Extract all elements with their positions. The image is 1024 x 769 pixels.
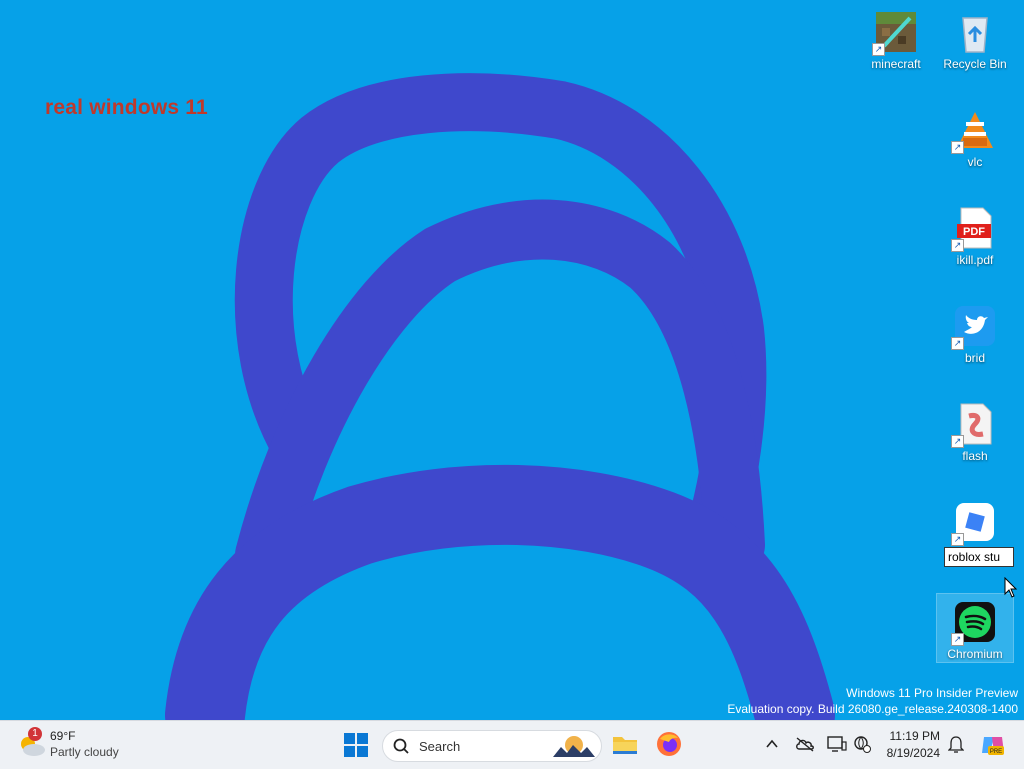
start-button[interactable]: [344, 733, 368, 762]
icon-label: vlc: [967, 155, 983, 169]
desktop-icon-chromium[interactable]: ↗ Chromium: [936, 593, 1014, 663]
search-placeholder: Search: [419, 739, 461, 754]
shortcut-arrow-icon: ↗: [951, 239, 964, 252]
weather-badge: 1: [28, 727, 42, 741]
show-hidden-icons-button[interactable]: [765, 737, 779, 756]
icon-label: brid: [964, 351, 985, 365]
display-button[interactable]: [827, 735, 847, 758]
search-icon: [393, 738, 409, 754]
bell-icon: [947, 736, 965, 753]
notifications-button[interactable]: [947, 735, 965, 758]
network-button[interactable]: [853, 735, 871, 758]
clock-time[interactable]: 11:19 PM: [890, 729, 940, 743]
icon-label: Chromium: [947, 647, 1003, 661]
icon-label: minecraft: [871, 57, 921, 71]
watermark-build: Evaluation copy. Build 26080.ge_release.…: [727, 702, 1018, 716]
svg-text:PRE: PRE: [990, 749, 1002, 755]
shortcut-arrow-icon: ↗: [951, 141, 964, 154]
windows-logo-icon: [344, 733, 368, 757]
desktop-icon-brid[interactable]: ↗ brid: [939, 298, 1011, 390]
globe-offline-icon: [854, 736, 871, 753]
taskbar-search-box[interactable]: Search: [382, 730, 602, 762]
shortcut-arrow-icon: ↗: [951, 337, 964, 350]
icon-label: ikill.pdf: [956, 253, 994, 267]
roblox-studio-icon: ↗: [951, 500, 997, 546]
desktop-icon-minecraft[interactable]: ↗ minecraft: [860, 4, 932, 96]
svg-text:PDF: PDF: [963, 226, 985, 238]
recycle-bin-icon: [953, 10, 997, 54]
search-highlight-icon: [553, 736, 595, 757]
firefox-icon: [657, 732, 681, 756]
taskbar: 1 69°F Partly cloudy Search 11:19 PM 8/1…: [0, 720, 1024, 769]
weather-description: Partly cloudy: [50, 745, 119, 759]
firefox-button[interactable]: [656, 731, 682, 762]
copilot-button[interactable]: PRE: [980, 733, 1006, 762]
icon-label: Recycle Bin: [943, 57, 1007, 71]
vlc-icon: ↗: [951, 108, 997, 154]
desktop-icon-vlc[interactable]: ↗ vlc: [939, 102, 1011, 194]
desktop-icon-recycle-bin[interactable]: Recycle Bin: [939, 4, 1011, 96]
clock-date[interactable]: 8/19/2024: [887, 746, 940, 760]
folder-icon: [613, 737, 637, 754]
shortcut-arrow-icon: ↗: [872, 43, 885, 56]
desktop[interactable]: real windows 11 ↗ minecraft Recycle Bin: [0, 0, 1024, 720]
desktop-icon-flash[interactable]: ↗ flash: [939, 396, 1011, 488]
twitter-bird-icon: ↗: [951, 304, 997, 350]
file-explorer-button[interactable]: [612, 731, 638, 762]
shortcut-arrow-icon: ↗: [951, 435, 964, 448]
mouse-cursor-icon: [1004, 577, 1018, 598]
spotify-icon: ↗: [951, 600, 997, 646]
monitor-icon: [827, 736, 847, 752]
desktop-icon-roblox-studio[interactable]: ↗: [939, 494, 1011, 586]
shortcut-arrow-icon: ↗: [951, 633, 964, 646]
painted-text: real windows 11: [45, 96, 208, 119]
rename-textbox[interactable]: roblox stu: [944, 547, 1014, 567]
flash-file-icon: ↗: [951, 402, 997, 448]
onedrive-button[interactable]: [795, 736, 815, 757]
chevron-up-icon: [766, 739, 778, 748]
cloud-offline-icon: [796, 737, 814, 752]
copilot-icon: PRE: [982, 737, 1004, 755]
desktop-icon-ikill-pdf[interactable]: PDF ↗ ikill.pdf: [939, 200, 1011, 292]
minecraft-icon: ↗: [872, 10, 918, 56]
shortcut-arrow-icon: ↗: [951, 533, 964, 546]
icon-label: flash: [962, 449, 988, 463]
weather-temperature: 69°F: [50, 729, 76, 743]
watermark-edition: Windows 11 Pro Insider Preview: [846, 686, 1018, 700]
pdf-icon: PDF ↗: [951, 206, 997, 252]
